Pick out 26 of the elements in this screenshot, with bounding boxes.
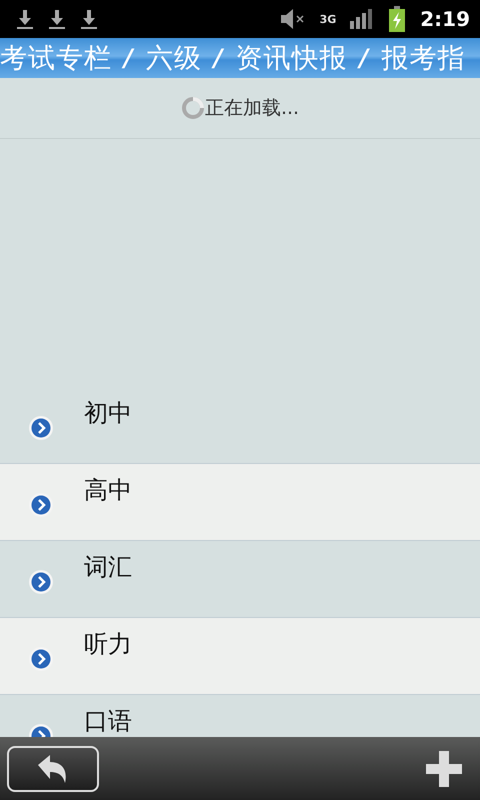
download-icon — [80, 9, 98, 29]
item-label: 词汇 — [84, 552, 132, 583]
list-item[interactable]: 听力 — [0, 618, 480, 695]
chevron-circle-icon — [28, 646, 54, 672]
chevron-circle-icon — [28, 492, 54, 518]
list-item[interactable]: 高中 — [0, 464, 480, 541]
loading-text: 正在加载... — [204, 96, 300, 121]
download-icon — [48, 9, 66, 29]
mute-icon — [280, 8, 306, 30]
item-label: 高中 — [84, 475, 132, 506]
item-label: 初中 — [84, 398, 132, 429]
item-label: 听力 — [84, 629, 132, 660]
plus-icon — [426, 750, 462, 786]
battery-icon — [388, 6, 406, 32]
signal-icon — [350, 9, 374, 29]
breadcrumb-separator: / — [360, 44, 370, 72]
back-button[interactable] — [7, 746, 99, 792]
breadcrumb-separator: / — [214, 44, 224, 72]
chevron-circle-icon — [28, 569, 54, 595]
breadcrumb-separator: / — [124, 44, 134, 72]
item-label: 口语 — [84, 706, 132, 737]
download-icon — [16, 9, 34, 29]
clock-time: 2:19 — [420, 7, 470, 31]
network-type: 3G — [320, 14, 336, 24]
loading-spinner-icon — [180, 96, 205, 120]
chevron-circle-icon — [28, 415, 54, 441]
